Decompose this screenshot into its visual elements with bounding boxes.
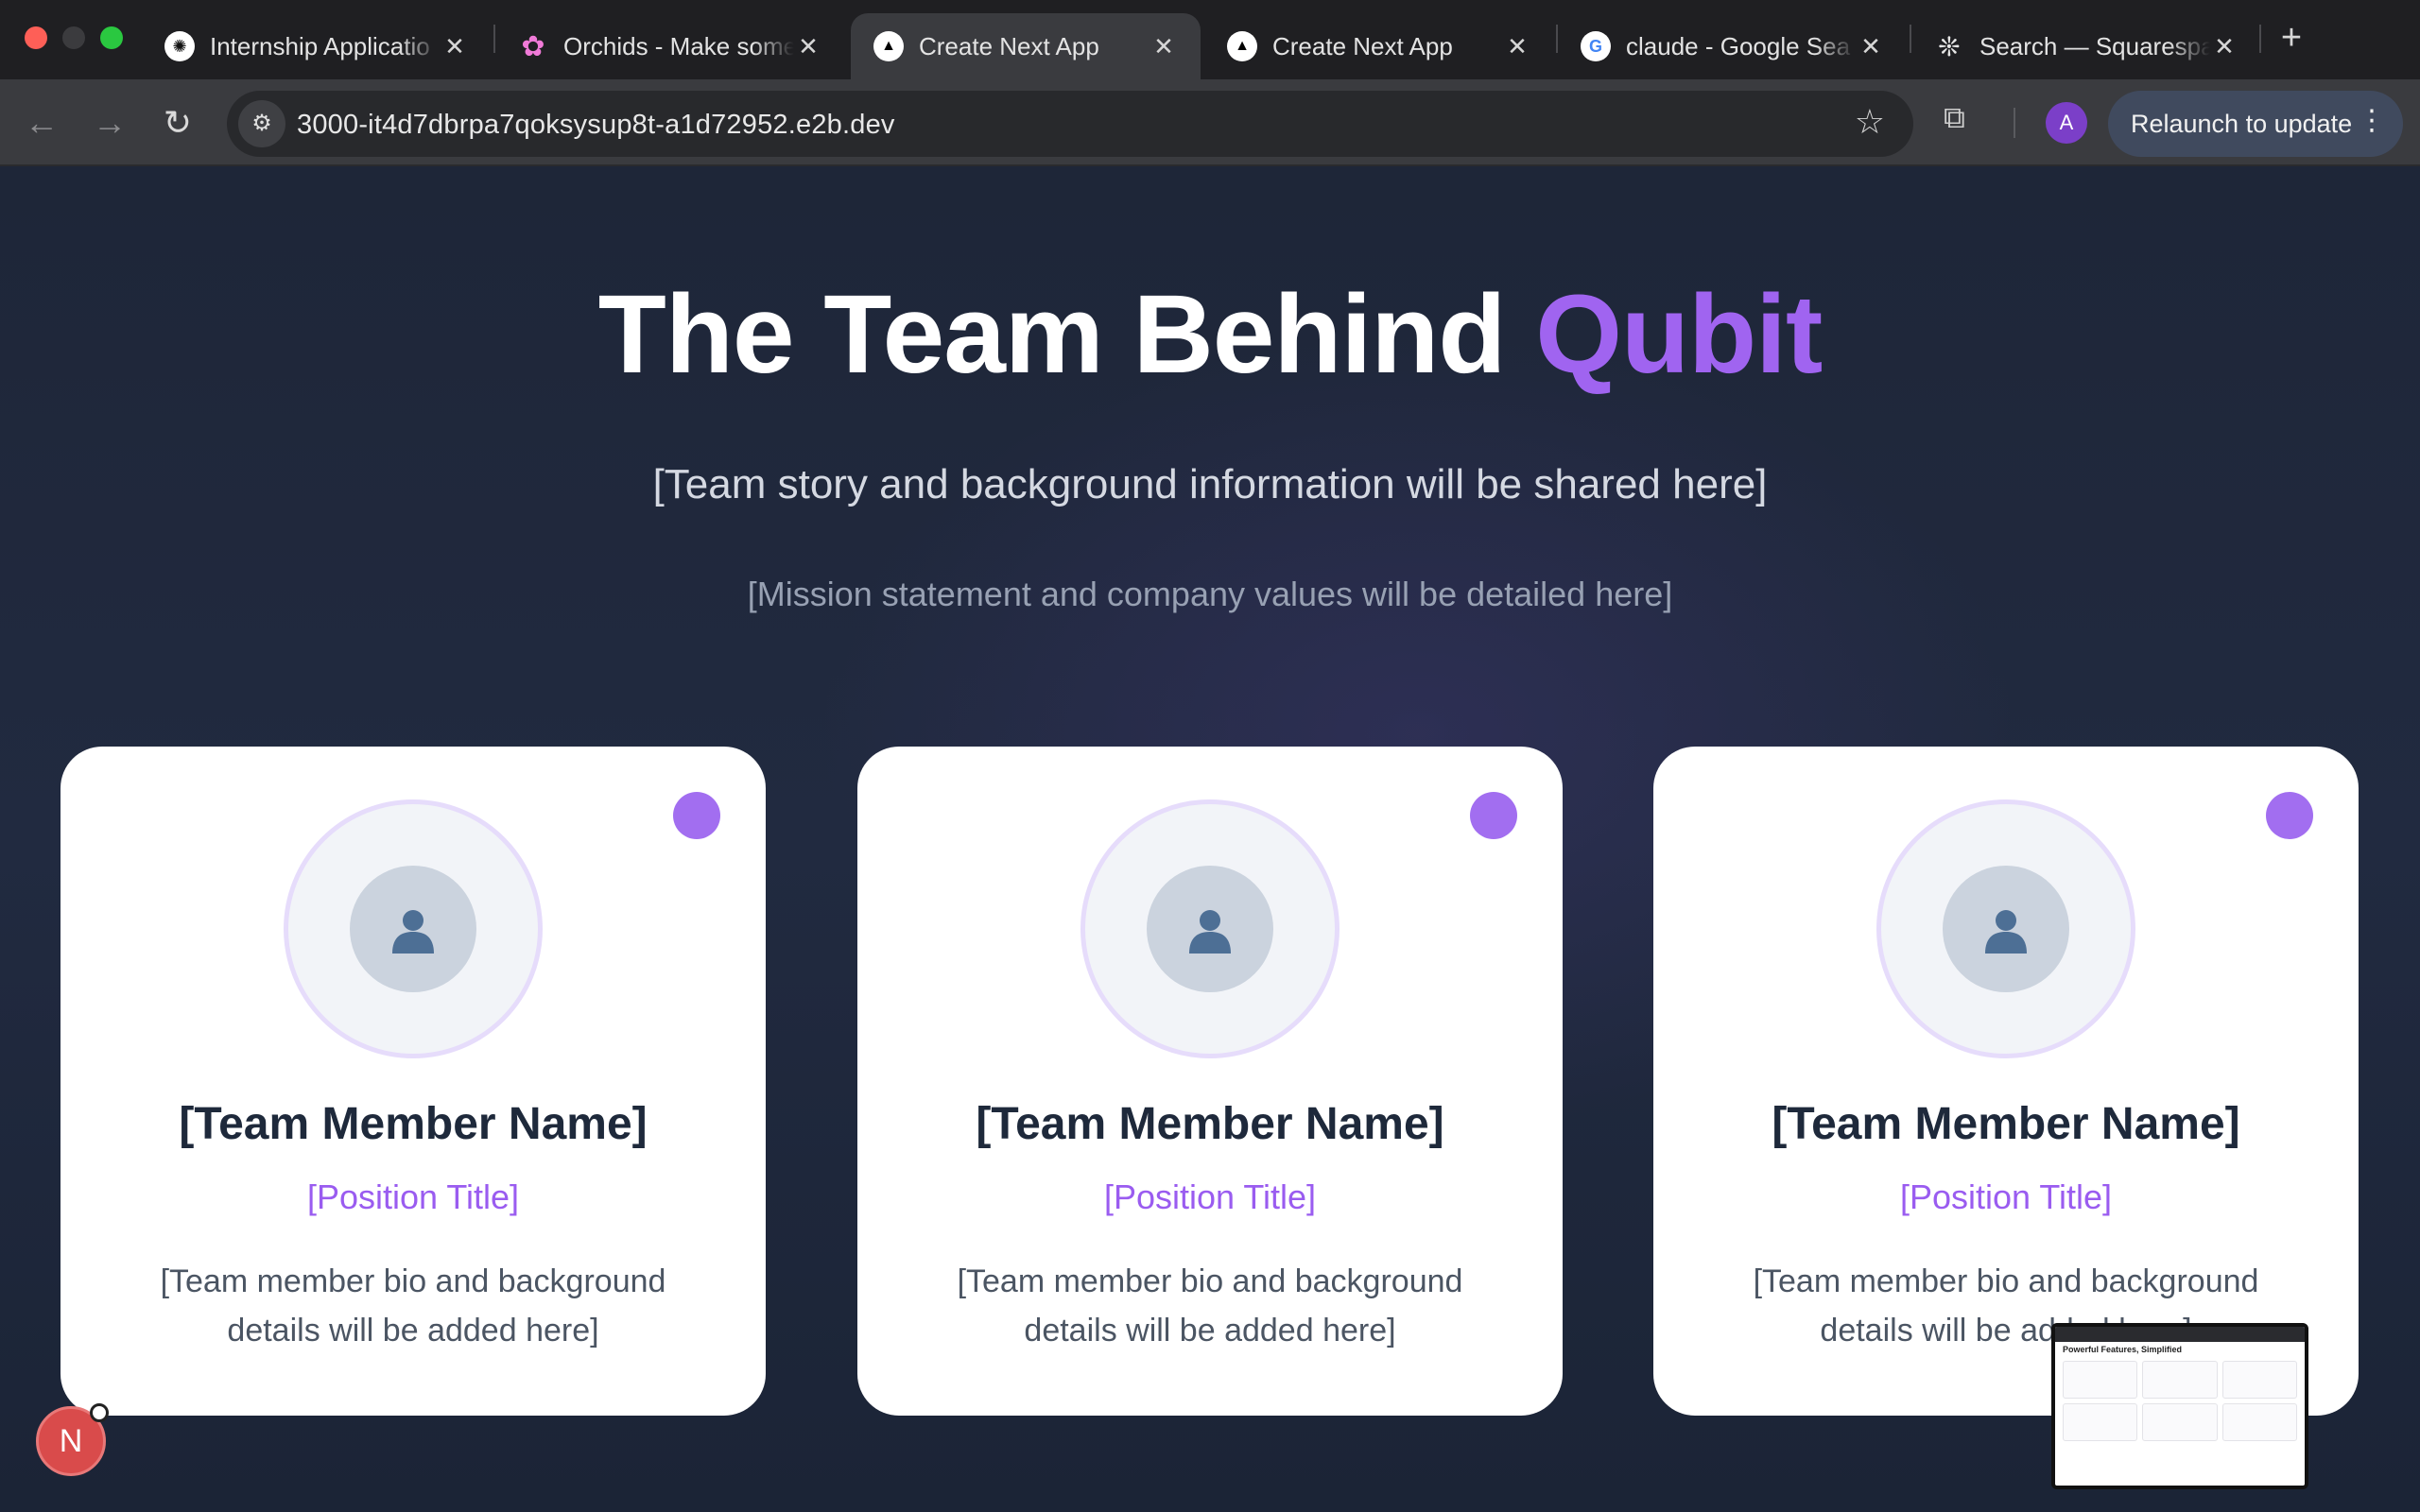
address-bar[interactable]: ⚙ 3000-it4d7dbrpa7qoksysup8t-a1d72952.e2… [227, 91, 1913, 157]
reload-icon[interactable]: ↻ [153, 98, 202, 147]
page-title-main: The Team Behind [597, 272, 1536, 397]
page-content: The Team Behind Qubit [Team story and ba… [0, 166, 2420, 1512]
screenshot-preview-thumbnail[interactable]: Powerful Features, Simplified [2051, 1323, 2308, 1489]
browser-tab-active[interactable]: ▲ Create Next App ✕ [851, 13, 1201, 79]
tab-title: Orchids - Make some [563, 31, 794, 60]
tab-close-icon[interactable]: ✕ [441, 32, 469, 61]
team-member-card: [Team Member Name] [Position Title] [Tea… [60, 747, 766, 1416]
thumbnail-title: Powerful Features, Simplified [2063, 1345, 2183, 1354]
browser-tab[interactable]: ✺ Internship Applicatio ✕ [142, 13, 492, 79]
accent-dot [673, 792, 720, 839]
member-bio: [Team member bio and background details … [160, 1263, 666, 1349]
member-name: [Team Member Name] [179, 1099, 648, 1149]
nextjs-dev-badge[interactable]: N [36, 1403, 109, 1476]
window-zoom-button[interactable] [100, 26, 123, 49]
person-icon [1943, 866, 2069, 992]
nextjs-icon: ▲ [873, 31, 904, 61]
new-tab-button[interactable]: + [2273, 17, 2310, 59]
dev-badge-label: N [59, 1423, 83, 1459]
thumbnail-card [2142, 1403, 2218, 1441]
member-name: [Team Member Name] [1772, 1099, 2240, 1149]
tab-close-icon[interactable]: ✕ [1503, 32, 1531, 61]
tab-close-icon[interactable]: ✕ [1857, 32, 1885, 61]
member-name: [Team Member Name] [976, 1099, 1444, 1149]
kebab-menu-icon[interactable]: ⋮ [2358, 104, 2386, 137]
google-icon: G [1581, 31, 1611, 61]
browser-tab[interactable]: ❊ Search — Squarespa ✕ [1911, 13, 2261, 79]
search-lens-icon[interactable]: ⧉ [1944, 100, 1965, 136]
hero-mission: [Mission statement and company values wi… [747, 575, 1673, 613]
tab-divider [2259, 25, 2261, 53]
tab-title: claude - Google Sea [1626, 31, 1851, 60]
member-bio: [Team member bio and background details … [957, 1263, 1463, 1349]
thumbnail-card [2221, 1403, 2297, 1441]
orchids-icon: ✿ [521, 30, 545, 62]
tab-close-icon[interactable]: ✕ [794, 32, 822, 61]
tab-title: Create Next App [1272, 31, 1453, 60]
thumbnail-card [2063, 1361, 2138, 1399]
window-minimize-button[interactable] [62, 26, 85, 49]
thumbnail-card [2063, 1403, 2138, 1441]
site-info-icon[interactable]: ⚙ [238, 100, 285, 147]
browser-tab[interactable]: ▲ Create Next App ✕ [1204, 13, 1554, 79]
dev-badge-pip [90, 1403, 109, 1422]
accent-dot [2266, 792, 2313, 839]
browser-tab[interactable]: G claude - Google Sea ✕ [1558, 13, 1908, 79]
thumbnail-toolbar [2055, 1327, 2305, 1342]
person-icon [350, 866, 476, 992]
openai-icon: ✺ [164, 31, 195, 61]
thumbnail-card [2221, 1361, 2297, 1399]
nextjs-icon: ▲ [1227, 31, 1257, 61]
tab-bar: ✺ Internship Applicatio ✕ ✿ Orchids - Ma… [0, 0, 2420, 79]
profile-avatar[interactable]: A [2046, 102, 2087, 144]
toolbar-divider [2014, 108, 2015, 138]
page-title-accent: Qubit [1535, 272, 1823, 397]
browser-tab[interactable]: ✿ Orchids - Make some ✕ [495, 13, 845, 79]
member-position: [Position Title] [1899, 1177, 2113, 1216]
member-position: [Position Title] [1103, 1177, 1317, 1216]
tab-title: Search — Squarespa [1979, 31, 2210, 60]
thumbnail-card [2142, 1361, 2218, 1399]
tab-title: Internship Applicatio [210, 31, 430, 60]
squarespace-icon: ❊ [1938, 31, 1961, 61]
tab-close-icon[interactable]: ✕ [1150, 32, 1178, 61]
browser-toolbar: ← → ↻ ⚙ 3000-it4d7dbrpa7qoksysup8t-a1d72… [0, 79, 2420, 166]
thumbnail-grid [2055, 1357, 2305, 1445]
back-arrow-icon[interactable]: ← [17, 98, 66, 147]
window-close-button[interactable] [25, 26, 47, 49]
person-icon [1147, 866, 1273, 992]
bookmark-star-icon[interactable]: ☆ [1855, 102, 1885, 142]
accent-dot [1470, 792, 1517, 839]
relaunch-button[interactable]: Relaunch to update ⋮ [2108, 91, 2403, 157]
team-member-card: [Team Member Name] [Position Title] [Tea… [1653, 747, 2359, 1416]
page-title: The Team Behind Qubit [0, 270, 2420, 399]
tab-title: Create Next App [919, 31, 1099, 60]
hero-subtitle: [Team story and background information w… [652, 461, 1768, 507]
tab-close-icon[interactable]: ✕ [2210, 32, 2238, 61]
team-member-card: [Team Member Name] [Position Title] [Tea… [857, 747, 1563, 1416]
relaunch-label: Relaunch to update [2131, 109, 2353, 138]
member-position: [Position Title] [306, 1177, 520, 1216]
url-text[interactable]: 3000-it4d7dbrpa7qoksysup8t-a1d72952.e2b.… [297, 110, 895, 141]
forward-arrow-icon[interactable]: → [85, 98, 134, 147]
